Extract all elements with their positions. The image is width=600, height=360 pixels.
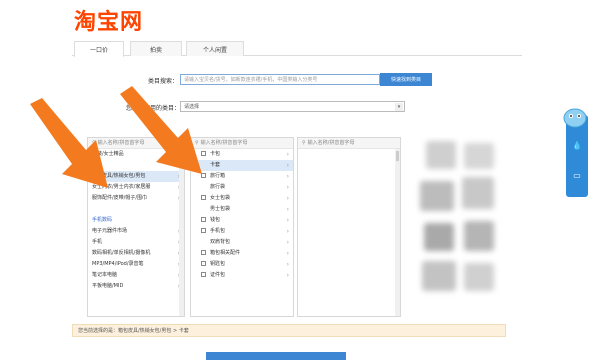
chevron-right-icon: ›: [286, 261, 289, 268]
subcategory-item-label: 钥匙包: [210, 261, 226, 267]
category-item-label: MP3/MP4/iPod/录音笔: [92, 261, 144, 267]
subcategory-item[interactable]: 钱包 ›: [191, 215, 293, 226]
bookmark-icon[interactable]: ▭: [566, 171, 588, 180]
chevron-right-icon: ›: [286, 239, 289, 246]
panel2-list: 卡包 › 卡套 › 旅行箱 › 旅行袋 › 女士包袋 › 男士包袋 › 钱包 › 手机包 › 双肩背包 › 箱包相关…: [191, 149, 293, 281]
chevron-right-icon: ›: [286, 151, 289, 158]
recent-category-select[interactable]: 请选择 ▾: [180, 101, 405, 112]
search-icon: ⚲: [302, 140, 306, 146]
chevron-right-icon: ›: [286, 184, 289, 191]
panel3-search-placeholder: 输入名称/拼音首字母: [307, 140, 355, 146]
category-panel-level3: ⚲ 输入名称/拼音首字母: [297, 137, 401, 317]
subcategory-item-label: 男士包袋: [210, 206, 231, 212]
category-item-label: 手机: [92, 239, 103, 245]
subcategory-item[interactable]: 箱包相关配件 ›: [191, 248, 293, 259]
checkbox-icon[interactable]: [201, 217, 206, 222]
category-search-input[interactable]: 请输入宝贝名/货号，如新款连衣裙/手机，中国类输入分类号: [180, 74, 380, 85]
chevron-right-icon: ›: [286, 206, 289, 213]
category-item-label: 笔记本电脑: [92, 272, 118, 278]
subcategory-item-label: 手机包: [210, 228, 226, 234]
category-item[interactable]: 平板电脑/MID›: [88, 281, 184, 292]
category-panel-level2: ⚲ 输入名称/拼音首字母 卡包 › 卡套 › 旅行箱 › 旅行袋 › 女士包袋 › 男士包袋 › 钱包 ›…: [190, 137, 294, 317]
chevron-down-icon: ▾: [395, 103, 403, 111]
checkbox-icon[interactable]: [201, 261, 206, 266]
panel2-search-placeholder: 输入名称/拼音首字母: [200, 140, 248, 146]
scroll-thumb[interactable]: [396, 151, 399, 161]
category-item[interactable]: 手机›: [88, 237, 184, 248]
chevron-right-icon: ›: [286, 250, 289, 257]
mascot-icon[interactable]: [560, 106, 590, 128]
category-item-label: 平板电脑/MID: [92, 283, 124, 289]
chevron-right-icon: ›: [286, 217, 289, 224]
subcategory-item-label: 箱包相关配件: [210, 250, 241, 256]
blurred-preview-area: [408, 137, 504, 317]
category-item[interactable]: 服饰配件/皮带/帽子/围巾›: [88, 193, 184, 204]
category-item-label: 电子元器件市场: [92, 228, 128, 234]
subcategory-item[interactable]: 证件包 ›: [191, 270, 293, 281]
category-item-label: 数码相机/单反相机/摄像机: [92, 250, 151, 256]
category-item[interactable]: 手机数码: [88, 215, 184, 226]
subcategory-item[interactable]: 男士包袋 ›: [191, 204, 293, 215]
subcategory-item-label: 女士包袋: [210, 195, 231, 201]
subcategory-item[interactable]: 手机包 ›: [191, 226, 293, 237]
taobao-logo: 淘宝网: [74, 10, 144, 35]
subcategory-item-label: 钱包: [210, 217, 221, 223]
subcategory-item[interactable]: 卡套 ›: [191, 160, 293, 171]
checkbox-icon[interactable]: [201, 195, 206, 200]
chevron-right-icon: ›: [286, 272, 289, 279]
water-drop-icon[interactable]: 💧: [566, 141, 588, 150]
category-item-label: 手机数码: [92, 217, 113, 223]
category-item[interactable]: 电子元器件市场›: [88, 226, 184, 237]
checkbox-icon[interactable]: [201, 250, 206, 255]
subcategory-item-label: 旅行袋: [210, 184, 226, 190]
chevron-right-icon: ›: [286, 228, 289, 235]
category-item[interactable]: MP3/MP4/iPod/录音笔›: [88, 259, 184, 270]
subcategory-item[interactable]: 钥匙包 ›: [191, 259, 293, 270]
subcategory-item[interactable]: 旅行箱 ›: [191, 171, 293, 182]
panel3-search[interactable]: ⚲ 输入名称/拼音首字母: [298, 138, 400, 149]
subcategory-item[interactable]: 卡包 ›: [191, 149, 293, 160]
category-search-label: 类目搜索：: [148, 78, 179, 85]
chevron-right-icon: ›: [286, 162, 289, 169]
subcategory-item-label: 卡包: [210, 151, 221, 157]
tab-auction[interactable]: 拍卖: [130, 41, 182, 56]
category-item[interactable]: 数码相机/单反相机/摄像机›: [88, 248, 184, 259]
subcategory-item-label: 卡套: [210, 162, 221, 168]
pointer-arrow-icon: [30, 98, 108, 188]
subcategory-item[interactable]: 女士包袋 ›: [191, 193, 293, 204]
checkbox-icon[interactable]: [201, 228, 206, 233]
selected-category-path: 您当前选择的是：箱包皮具/热销女包/男包 > 卡套: [72, 324, 506, 337]
pointer-arrow-icon: [120, 86, 202, 174]
subcategory-item-label: 旅行箱: [210, 173, 226, 179]
category-item: [88, 204, 184, 215]
panel3-scrollbar[interactable]: [395, 149, 400, 316]
category-item[interactable]: 笔记本电脑›: [88, 270, 184, 281]
subcategory-item[interactable]: 旅行袋 ›: [191, 182, 293, 193]
chevron-right-icon: ›: [286, 173, 289, 180]
category-item-label: 服饰配件/皮带/帽子/围巾: [92, 195, 148, 201]
panel2-search[interactable]: ⚲ 输入名称/拼音首字母: [191, 138, 293, 149]
subcategory-item[interactable]: 双肩背包 ›: [191, 237, 293, 248]
checkbox-icon[interactable]: [201, 272, 206, 277]
subcategory-item-label: 证件包: [210, 272, 226, 278]
chevron-right-icon: ›: [286, 195, 289, 202]
tab-personal-idle[interactable]: 个人闲置: [186, 41, 244, 56]
subcategory-item-label: 双肩背包: [210, 239, 231, 245]
tab-fixed-price[interactable]: 一口价: [74, 41, 124, 57]
find-category-button[interactable]: 快速找到类目: [380, 73, 432, 86]
publish-button[interactable]: [206, 352, 346, 360]
